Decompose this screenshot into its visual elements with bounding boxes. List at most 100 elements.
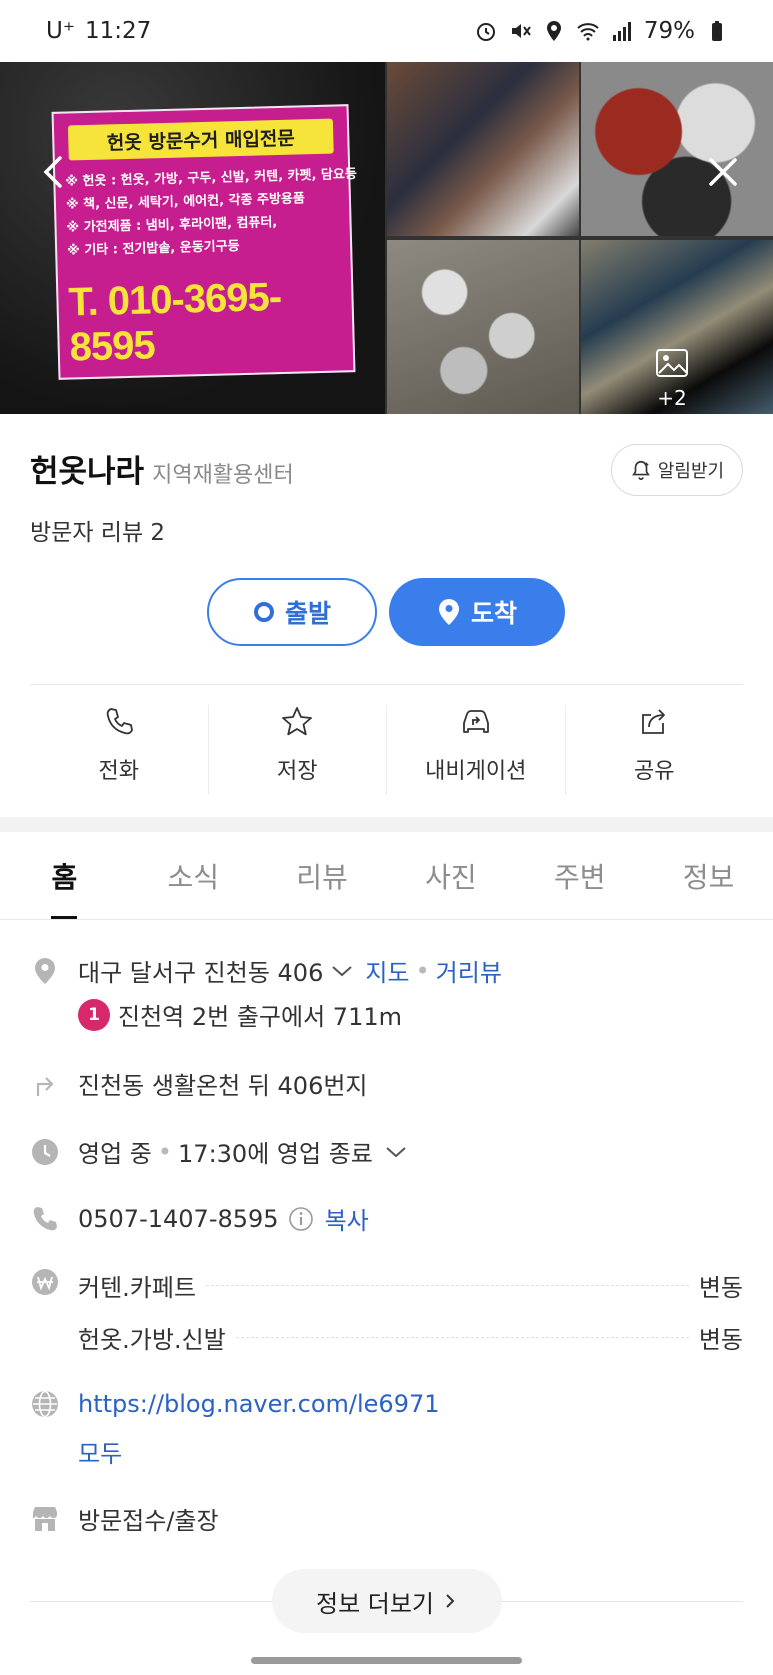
subway-row: 1 진천역 2번 출구에서 711m bbox=[78, 997, 402, 1032]
address-text[interactable]: 대구 달서구 진천동 406 bbox=[78, 953, 323, 988]
phone-icon bbox=[106, 708, 133, 735]
street-view-link[interactable]: 거리뷰 bbox=[436, 953, 502, 988]
action-label: 전화 bbox=[98, 759, 139, 784]
subway-text: 진천역 2번 출구에서 711m bbox=[118, 1003, 402, 1031]
address-row: 대구 달서구 진천동 406 지도 • 거리뷰 bbox=[30, 953, 502, 988]
start-point-icon bbox=[253, 602, 274, 622]
globe-icon bbox=[32, 1390, 58, 1418]
phone-number[interactable]: 0507-1407-8595 bbox=[78, 1205, 279, 1233]
alarm-icon bbox=[476, 23, 495, 41]
car-icon bbox=[462, 710, 489, 733]
photo-gallery: 헌옷 방문수거 매입전문 ※ 헌옷 : 헌옷, 가방, 구두, 신발, 커텐, … bbox=[0, 62, 773, 414]
battery-icon bbox=[712, 21, 722, 41]
price-item-name: 커텐.카페트 bbox=[78, 1274, 197, 1302]
action-label: 내비게이션 bbox=[425, 759, 527, 784]
info-icon[interactable] bbox=[287, 1205, 315, 1233]
share-icon bbox=[642, 709, 666, 734]
map-link[interactable]: 지도 bbox=[365, 953, 409, 988]
place-name: 헌옷나라 bbox=[30, 454, 145, 490]
section-separator bbox=[0, 817, 773, 832]
flyer-image: 헌옷 방문수거 매입전문 ※ 헌옷 : 헌옷, 가방, 구두, 신발, 커텐, … bbox=[51, 104, 357, 380]
route-start-button[interactable]: 출발 bbox=[207, 578, 377, 646]
price-item: 헌옷.가방.신발 변동 bbox=[78, 1320, 743, 1355]
service-text: 방문접수/출장 bbox=[78, 1507, 219, 1535]
route-start-label: 출발 bbox=[284, 599, 331, 628]
main-photo[interactable]: 헌옷 방문수거 매입전문 ※ 헌옷 : 헌옷, 가방, 구두, 신발, 커텐, … bbox=[0, 62, 385, 414]
chevron-right-icon bbox=[446, 1594, 455, 1608]
save-button[interactable]: 저장 bbox=[209, 705, 387, 795]
flyer-phone: T. 010-3695-8595 bbox=[67, 274, 282, 370]
call-button[interactable]: 전화 bbox=[30, 705, 209, 795]
hours-detail: 17:30에 영업 종료 bbox=[178, 1140, 373, 1168]
home-indicator[interactable] bbox=[251, 1657, 522, 1664]
navigation-button[interactable]: 내비게이션 bbox=[387, 705, 566, 795]
notify-label: 알림받기 bbox=[657, 461, 725, 482]
subway-line-badge: 1 bbox=[78, 998, 110, 1031]
hours-row[interactable]: 영업 중 • 17:30에 영업 종료 bbox=[30, 1134, 409, 1169]
service-row: 방문접수/출장 bbox=[30, 1501, 219, 1536]
flyer-title: 헌옷 방문수거 매입전문 bbox=[67, 118, 334, 161]
tab-reviews[interactable]: 리뷰 bbox=[258, 832, 387, 919]
route-end-label: 도착 bbox=[470, 599, 517, 628]
price-leader bbox=[206, 1285, 689, 1286]
location-icon bbox=[546, 21, 561, 41]
more-photos[interactable]: +2 bbox=[655, 348, 689, 410]
tab-bar: 홈 소식 리뷰 사진 주변 정보 bbox=[0, 832, 773, 920]
location-pin-icon bbox=[35, 957, 55, 984]
quick-actions: 전화 저장 내비게이션 공유 bbox=[30, 705, 743, 795]
action-label: 저장 bbox=[277, 759, 318, 784]
more-info-button[interactable]: 정보 더보기 bbox=[272, 1569, 502, 1633]
website-link[interactable]: https://blog.naver.com/le6971 bbox=[78, 1390, 440, 1418]
turn-arrow-icon bbox=[36, 1076, 54, 1096]
more-photos-count: +2 bbox=[657, 386, 687, 410]
share-button[interactable]: 공유 bbox=[566, 705, 744, 795]
separator-dot: • bbox=[415, 956, 430, 985]
price-item-name: 헌옷.가방.신발 bbox=[78, 1326, 226, 1354]
status-bar: U⁺ 11:27 79% bbox=[0, 0, 773, 62]
image-icon bbox=[656, 349, 688, 377]
separator-dot: • bbox=[157, 1137, 173, 1166]
website-row: https://blog.naver.com/le6971 bbox=[30, 1389, 440, 1419]
won-icon bbox=[32, 1269, 58, 1295]
directions-row: 진천동 생활온천 뒤 406번지 bbox=[30, 1066, 368, 1101]
clock: 11:27 bbox=[84, 18, 152, 44]
signal-icon bbox=[612, 22, 631, 41]
route-end-button[interactable]: 도착 bbox=[389, 578, 565, 646]
tab-news[interactable]: 소식 bbox=[129, 832, 258, 919]
photo-thumb-pans[interactable] bbox=[581, 62, 773, 236]
chevron-down-icon[interactable] bbox=[383, 1142, 409, 1162]
tab-nearby[interactable]: 주변 bbox=[515, 832, 644, 919]
back-icon[interactable] bbox=[34, 152, 74, 192]
price-item: 커텐.카페트 변동 bbox=[78, 1268, 743, 1303]
place-header: 헌옷나라 지역재활용센터 bbox=[30, 446, 294, 491]
clock-icon bbox=[32, 1138, 58, 1165]
close-icon[interactable] bbox=[703, 152, 743, 192]
divider bbox=[30, 684, 743, 685]
mute-icon bbox=[511, 24, 531, 38]
price-leader bbox=[235, 1337, 689, 1338]
place-category: 지역재활용센터 bbox=[152, 463, 294, 488]
phone-row: 0507-1407-8595 복사 bbox=[30, 1201, 369, 1236]
store-icon bbox=[33, 1506, 57, 1531]
photo-thumb-clothes[interactable] bbox=[387, 62, 579, 236]
hours-status: 영업 중 bbox=[78, 1140, 152, 1168]
wifi-icon bbox=[577, 23, 599, 41]
phone-icon bbox=[33, 1206, 57, 1230]
more-info-label: 정보 더보기 bbox=[315, 1589, 435, 1618]
carrier-label: U⁺ bbox=[46, 18, 75, 44]
tab-info[interactable]: 정보 bbox=[644, 832, 773, 919]
battery-percent: 79% bbox=[643, 18, 695, 44]
photo-thumb-metal-parts[interactable] bbox=[387, 240, 579, 414]
tab-photos[interactable]: 사진 bbox=[386, 832, 515, 919]
notify-button[interactable]: 알림받기 bbox=[611, 444, 743, 496]
tab-home[interactable]: 홈 bbox=[0, 832, 129, 919]
star-icon bbox=[282, 707, 313, 736]
pin-icon bbox=[438, 599, 459, 625]
bell-icon bbox=[632, 460, 650, 480]
website-link-more[interactable]: 모두 bbox=[78, 1434, 122, 1469]
visitor-review-count[interactable]: 방문자 리뷰 2 bbox=[30, 513, 165, 547]
copy-phone-button[interactable]: 복사 bbox=[325, 1201, 369, 1236]
chevron-down-icon[interactable] bbox=[329, 961, 355, 981]
price-item-value: 변동 bbox=[698, 1274, 743, 1302]
directions-text: 진천동 생활온천 뒤 406번지 bbox=[78, 1072, 368, 1100]
